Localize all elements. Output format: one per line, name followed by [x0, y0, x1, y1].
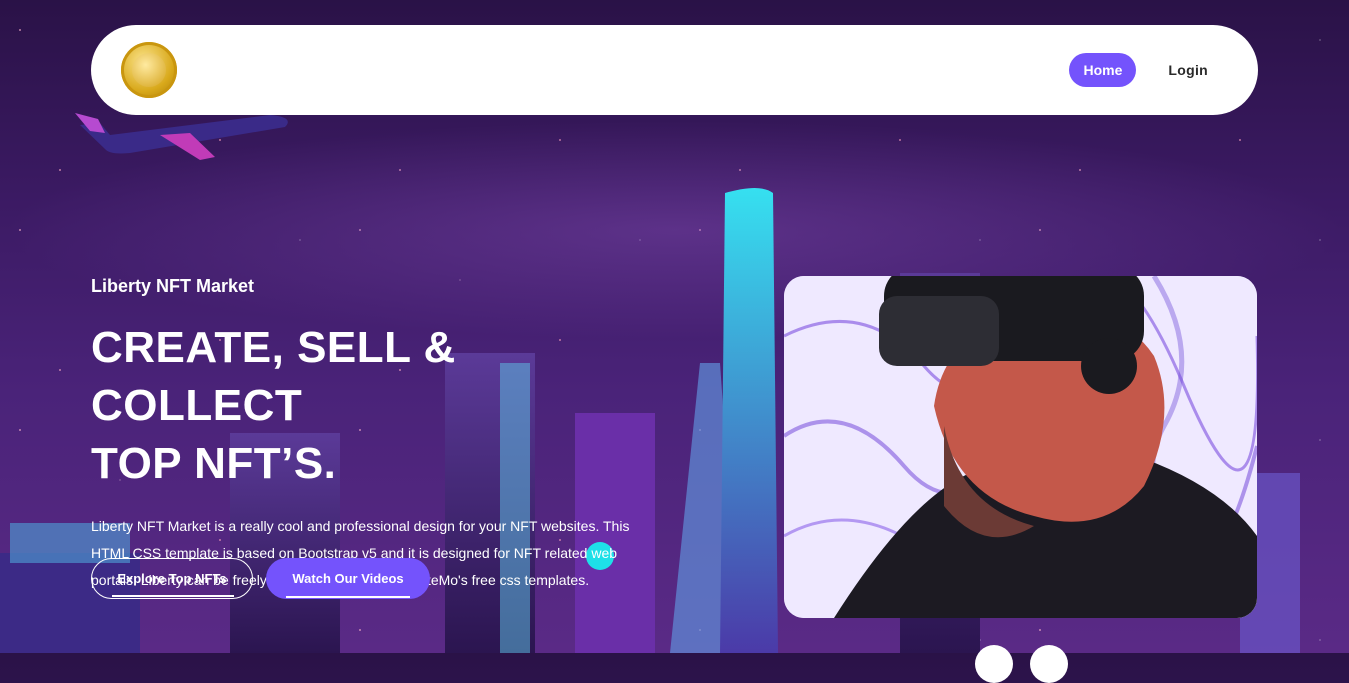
gold-coin-logo-icon[interactable] [121, 42, 177, 98]
nav-home-link[interactable]: Home [1069, 53, 1137, 87]
headline-line-2: TOP NFT’S. [91, 439, 337, 488]
watch-our-videos-button[interactable]: Watch Our Videos [266, 558, 430, 599]
hero-eyebrow: Liberty NFT Market [91, 276, 255, 296]
vr-person-illustration [784, 276, 1257, 618]
watch-button-label: Watch Our Videos [292, 571, 404, 586]
hero-headline: CREATE, SELL & COLLECT TOP NFT’S. [91, 319, 671, 493]
main-nav: Home Login [1069, 53, 1208, 87]
explore-top-nfts-button[interactable]: Explore Top NFTs [91, 558, 253, 599]
explore-button-label: Explore Top NFTs [117, 571, 227, 586]
vr-headset-feature-image [784, 276, 1257, 618]
headline-line-1: CREATE, SELL & COLLECT [91, 323, 456, 430]
top-navbar: Home Login [91, 25, 1258, 115]
carousel-dot-1[interactable] [975, 645, 1013, 683]
hero-text-block: Liberty NFT Market CREATE, SELL & COLLEC… [91, 276, 671, 594]
nav-login-link[interactable]: Login [1168, 62, 1208, 78]
carousel-dot-2[interactable] [1030, 645, 1068, 683]
